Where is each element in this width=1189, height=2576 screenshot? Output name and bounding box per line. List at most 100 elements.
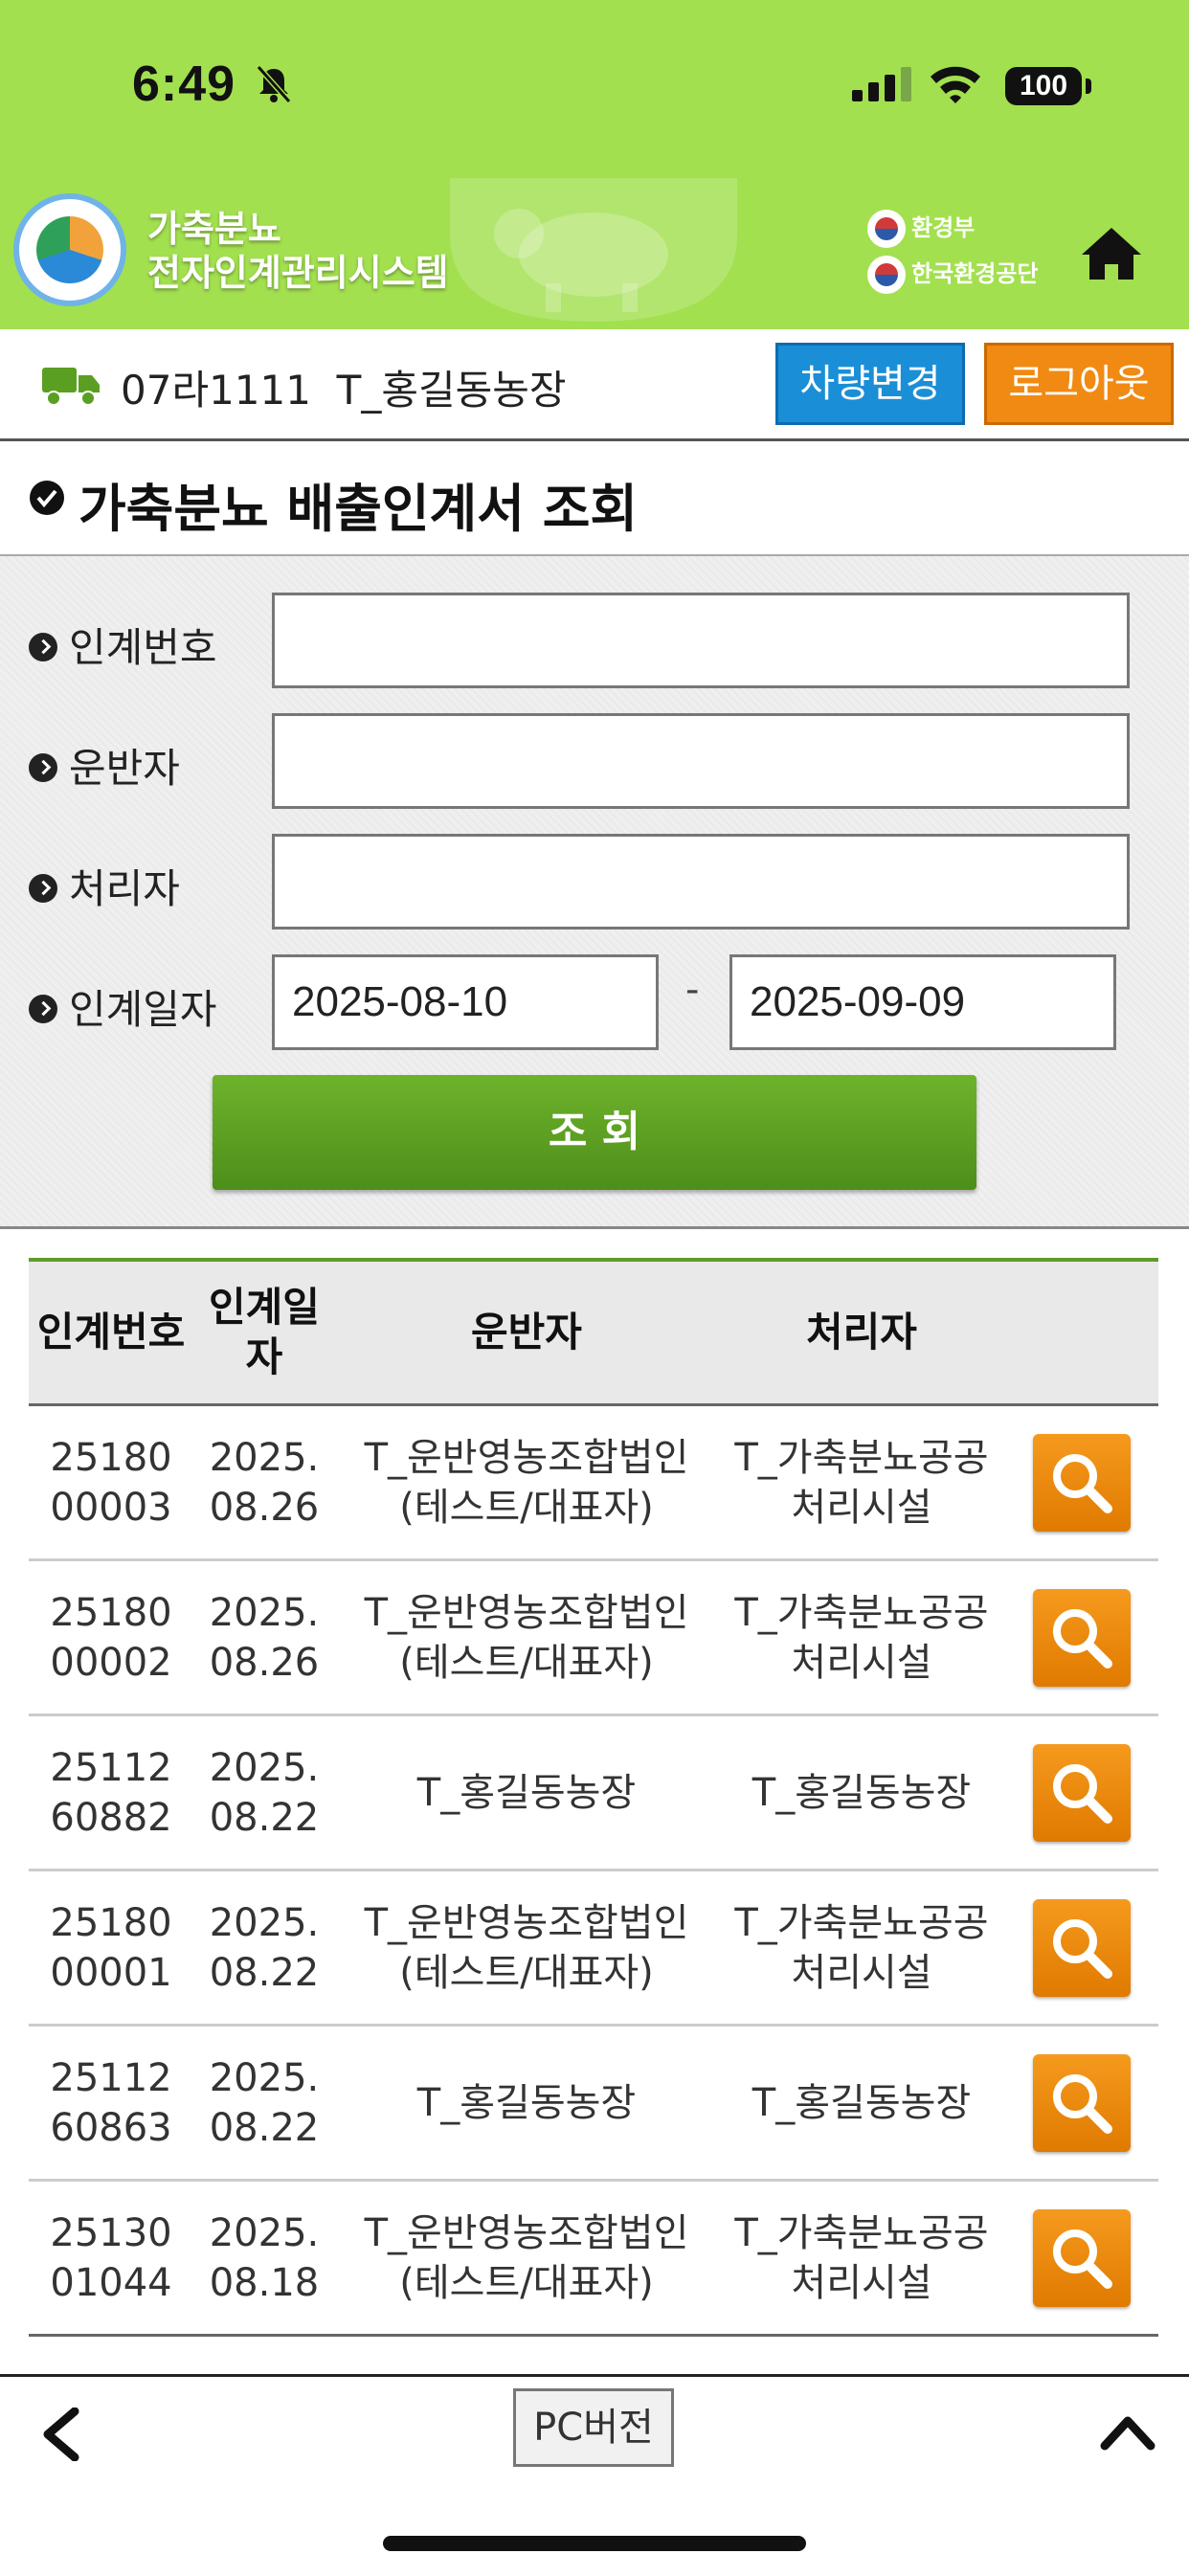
cell-processor: T_홍길동농장 xyxy=(752,1770,972,1815)
cell-transporter: T_운반영농조합법인(테스트/대표자) xyxy=(364,1590,689,1685)
table-header: 인계번호 인계일자 운반자 처리자 xyxy=(29,1258,1158,1406)
status-time: 6:49 xyxy=(132,56,236,112)
transporter-label-text: 운반자 xyxy=(69,745,180,792)
search-icon xyxy=(1053,2073,1112,2134)
date-to-input[interactable]: 2025-09-09 xyxy=(729,954,1116,1050)
cell-transfer-date: 2025.08.22 xyxy=(209,1745,320,1840)
cell-transfer-date: 2025.08.22 xyxy=(209,2055,320,2150)
chevron-left-icon[interactable] xyxy=(36,2408,84,2461)
cell-action xyxy=(1005,1716,1158,1869)
table-row: 2518000003 2025.08.26 T_운반영농조합법인(테스트/대표자) T… xyxy=(29,1406,1158,1561)
header-transporter: 운반자 xyxy=(471,1309,582,1355)
cell-transfer-number: 2511260863 xyxy=(50,2055,172,2150)
view-detail-button[interactable] xyxy=(1033,1588,1131,1687)
cell-transfer-date: 2025.08.22 xyxy=(209,1900,320,1995)
system-title: 가축분뇨 전자인계관리시스템 xyxy=(147,207,449,295)
logout-button[interactable]: 로그아웃 xyxy=(984,343,1174,425)
chevron-right-bullet-icon xyxy=(29,994,57,1023)
cell-transfer-date: 2025.08.18 xyxy=(209,2210,320,2305)
cell-transporter: T_운반영농조합법인(테스트/대표자) xyxy=(364,2210,689,2305)
home-indicator xyxy=(383,2536,806,2551)
cell-processor: T_가축분뇨공공처리시설 xyxy=(734,2210,989,2305)
system-title-line1: 가축분뇨 xyxy=(147,208,281,250)
table-row: 2518000001 2025.08.22 T_운반영농조합법인(테스트/대표자) T… xyxy=(29,1871,1158,2027)
battery-tip xyxy=(1086,78,1091,94)
cell-transporter: T_홍길동농장 xyxy=(416,2080,637,2125)
bottom-bar: PC버전 xyxy=(0,2374,1189,2576)
header-transfer-number: 인계번호 xyxy=(36,1309,186,1355)
bell-off-icon xyxy=(256,65,292,103)
date-separator: - xyxy=(685,968,700,1012)
cell-transfer-number: 2518000001 xyxy=(50,1900,172,1995)
search-button[interactable]: 조 회 xyxy=(213,1075,976,1190)
row-processor: 처리자 xyxy=(0,834,1189,930)
cellular-signal-icon xyxy=(852,67,911,101)
search-icon xyxy=(1053,1918,1112,1979)
view-detail-button[interactable] xyxy=(1033,1898,1131,1997)
table-row: 2511260882 2025.08.22 T_홍길동농장 T_홍길동농장 xyxy=(29,1716,1158,1871)
chevron-right-bullet-icon xyxy=(29,873,57,903)
cell-transfer-number: 2518000003 xyxy=(50,1435,172,1530)
view-detail-button[interactable] xyxy=(1033,1743,1131,1842)
battery-indicator: 100 xyxy=(1005,67,1082,105)
row-transfer-date: 인계일자 2025-08-10 - 2025-09-09 xyxy=(0,954,1189,1050)
row-transporter: 운반자 xyxy=(0,713,1189,809)
transfer-date-label-text: 인계일자 xyxy=(69,986,217,1033)
cell-processor: T_홍길동농장 xyxy=(752,2080,972,2125)
app-header: 가축분뇨 전자인계관리시스템 환경부 한국환경공단 xyxy=(0,172,1189,329)
search-icon xyxy=(1053,1608,1112,1669)
vehicle-bar: 07라1111 T_홍길동농장 차량변경 로그아웃 xyxy=(0,329,1189,441)
chevron-up-icon[interactable] xyxy=(1099,2411,1156,2453)
cell-processor: T_가축분뇨공공처리시설 xyxy=(734,1900,989,1995)
wifi-icon xyxy=(931,66,980,103)
system-title-line2: 전자인계관리시스템 xyxy=(147,252,449,294)
cell-transporter: T_운반영농조합법인(테스트/대표자) xyxy=(364,1900,689,1995)
corporation-emblem-icon xyxy=(867,256,906,294)
processor-label: 처리자 xyxy=(29,857,180,915)
transporter-input[interactable] xyxy=(272,713,1130,809)
cell-transfer-number: 2511260882 xyxy=(50,1745,172,1840)
system-logo[interactable] xyxy=(13,193,126,306)
agency-ministry: 환경부 xyxy=(867,209,975,248)
view-detail-button[interactable] xyxy=(1033,1433,1131,1532)
transfer-number-input[interactable] xyxy=(272,593,1130,688)
cell-transfer-number: 2513001044 xyxy=(50,2210,172,2305)
cell-processor: T_가축분뇨공공처리시설 xyxy=(734,1435,989,1530)
chevron-right-bullet-icon xyxy=(29,632,57,661)
view-detail-button[interactable] xyxy=(1033,2208,1131,2307)
pc-version-button[interactable]: PC버전 xyxy=(513,2388,674,2467)
processor-label-text: 처리자 xyxy=(69,865,180,912)
search-icon xyxy=(1053,1453,1112,1513)
cell-processor: T_가축분뇨공공처리시설 xyxy=(734,1590,989,1685)
cell-transfer-date: 2025.08.26 xyxy=(209,1590,320,1685)
agency-corporation-label: 한국환경공단 xyxy=(911,260,1039,287)
search-form: 인계번호 운반자 처리자 인계일자 2025-08-10 - 2025-09-0… xyxy=(0,556,1189,1229)
page-title: 가축분뇨 배출인계서 조회 xyxy=(79,479,639,539)
cell-action xyxy=(1005,2027,1158,2179)
transfer-number-label: 인계번호 xyxy=(29,616,217,674)
table-body: 2518000003 2025.08.26 T_운반영농조합법인(테스트/대표자) T… xyxy=(29,1406,1158,2337)
page-title-bar: 가축분뇨 배출인계서 조회 xyxy=(0,441,1189,556)
transfer-number-label-text: 인계번호 xyxy=(69,624,217,671)
logo-emblem-icon xyxy=(36,216,103,283)
truck-icon xyxy=(42,368,100,406)
home-icon[interactable] xyxy=(1080,226,1143,281)
cell-action xyxy=(1005,1406,1158,1558)
pig-watermark-icon xyxy=(450,178,737,322)
date-from-input[interactable]: 2025-08-10 xyxy=(272,954,659,1050)
cell-action xyxy=(1005,1871,1158,2024)
cell-transporter: T_홍길동농장 xyxy=(416,1770,637,1815)
row-transfer-number: 인계번호 xyxy=(0,593,1189,688)
header-transfer-date: 인계일자 xyxy=(209,1284,320,1380)
table-row: 2513001044 2025.08.18 T_운반영농조합법인(테스트/대표자) T… xyxy=(29,2182,1158,2337)
change-vehicle-button[interactable]: 차량변경 xyxy=(775,343,965,425)
search-icon xyxy=(1053,1763,1112,1824)
search-icon xyxy=(1053,2229,1112,2289)
ministry-emblem-icon xyxy=(867,210,906,248)
processor-input[interactable] xyxy=(272,834,1130,930)
cell-transporter: T_운반영농조합법인(테스트/대표자) xyxy=(364,1435,689,1530)
view-detail-button[interactable] xyxy=(1033,2053,1131,2152)
chevron-right-bullet-icon xyxy=(29,752,57,782)
cell-action xyxy=(1005,2182,1158,2334)
transfer-date-label: 인계일자 xyxy=(29,977,217,1036)
